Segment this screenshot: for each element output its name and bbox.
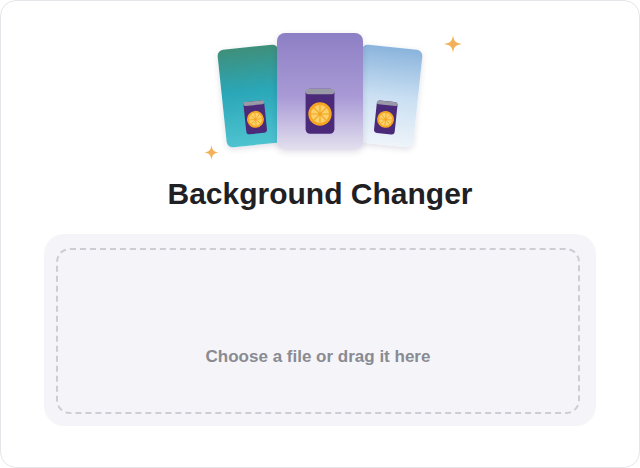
product-can-icon [240,98,270,136]
dropzone-prompt: Choose a file or drag it here [206,347,431,367]
product-can-icon [370,98,400,136]
dropzone: Choose a file or drag it here [44,234,596,426]
background-changer-card: Background Changer Choose a file or drag … [0,0,640,468]
preview-photo [277,33,363,150]
file-drop-area[interactable]: Choose a file or drag it here [56,248,580,414]
sparkle-icon [204,145,219,160]
product-can-icon [302,87,338,136]
title: Background Changer [167,176,472,212]
sparkle-icon [444,35,462,53]
preview-gallery [228,33,412,150]
